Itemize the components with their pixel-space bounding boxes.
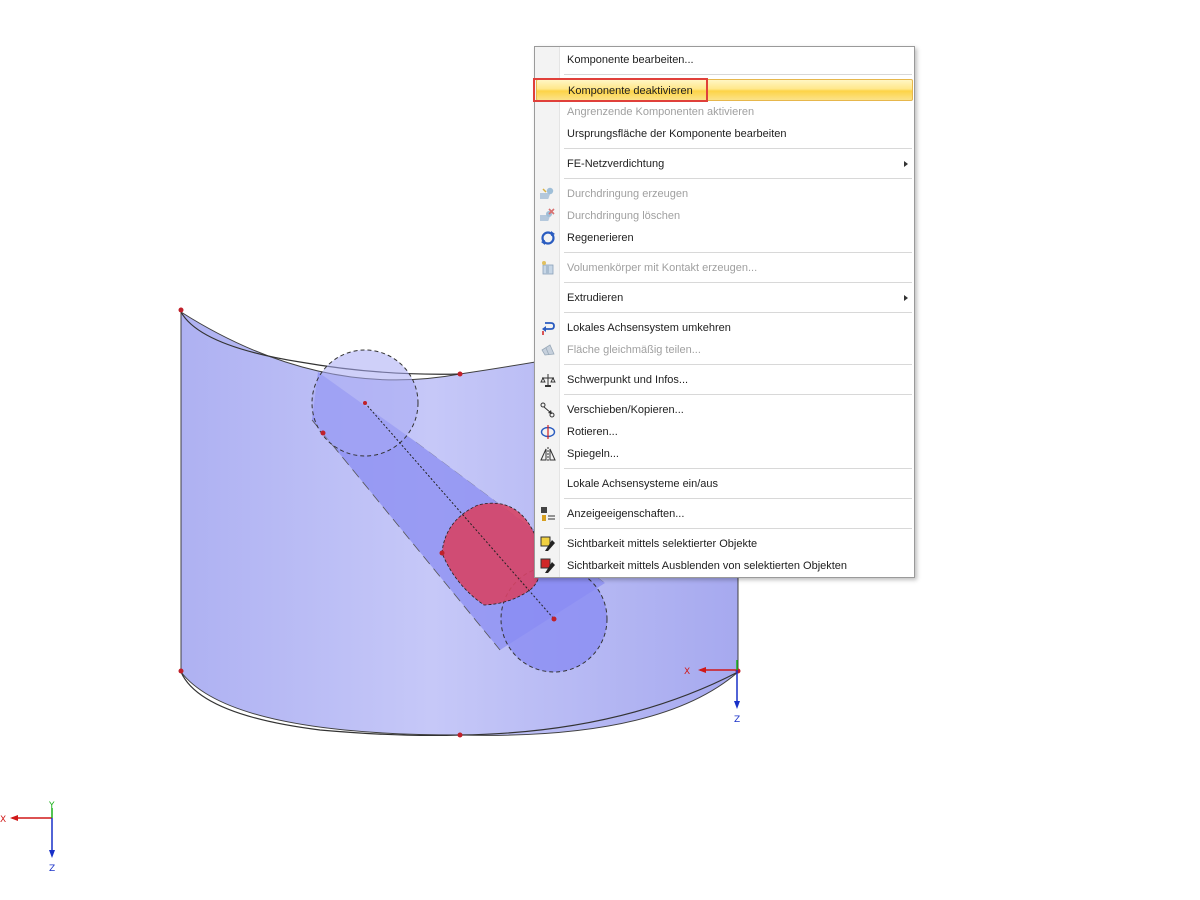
menu-separator <box>564 364 912 365</box>
node[interactable] <box>363 401 367 405</box>
menu-separator <box>564 394 912 395</box>
menu-item-create-intersection[interactable]: Durchdringung erzeugen <box>536 183 913 205</box>
submenu-arrow-icon <box>904 295 908 301</box>
menu-item-reverse-local-axis-system[interactable]: Lokales Achsensystem umkehren <box>536 317 913 339</box>
menu-separator <box>564 498 912 499</box>
global-z-axis-label: Z <box>49 864 55 874</box>
menu-separator <box>564 74 912 75</box>
menu-item-display-properties[interactable]: Anzeigeeigenschaften... <box>536 503 913 525</box>
menu-item-label: Durchdringung erzeugen <box>567 188 689 200</box>
menu-item-edit-component[interactable]: Komponente bearbeiten... <box>536 49 913 71</box>
menu-item-edit-origin-surface[interactable]: Ursprungsfläche der Komponente bearbeite… <box>536 123 913 145</box>
node[interactable] <box>178 668 184 674</box>
global-y-axis-label: Y <box>48 801 55 811</box>
menu-item-label: Spiegeln... <box>567 448 619 460</box>
menu-separator <box>564 312 912 313</box>
local-z-axis-label: Z <box>734 715 740 725</box>
menu-item-activate-adjacent-components[interactable]: Angrenzende Komponenten aktivieren <box>536 101 913 123</box>
menu-item-label: Rotieren... <box>567 426 618 438</box>
menu-item-label: Schwerpunkt und Infos... <box>567 374 689 386</box>
move-copy-icon <box>540 402 555 418</box>
local-x-axis-label: X <box>684 667 690 677</box>
menu-item-label: Lokales Achsensystem umkehren <box>567 322 731 334</box>
intersection-delete-icon <box>540 208 555 221</box>
menu-item-label: Anzeigeeigenschaften... <box>567 508 685 520</box>
3d-viewport[interactable]: X Z X Y Z Komponente bearbeiten... Kompo… <box>0 0 1200 900</box>
regenerate-icon <box>541 231 555 245</box>
menu-item-create-solid-with-contact[interactable]: Volumenkörper mit Kontakt erzeugen... <box>536 257 913 279</box>
menu-item-label: Extrudieren <box>567 292 624 304</box>
menu-item-mirror[interactable]: Spiegeln... <box>536 443 913 465</box>
menu-item-extrude[interactable]: Extrudieren <box>536 287 913 309</box>
menu-item-rotate[interactable]: Rotieren... <box>536 421 913 443</box>
visibility-hide-selected-icon <box>540 558 555 573</box>
menu-item-label: Verschieben/Kopieren... <box>567 404 684 416</box>
menu-separator <box>564 528 912 529</box>
menu-separator <box>564 468 912 469</box>
menu-item-label: Volumenkörper mit Kontakt erzeugen... <box>567 262 758 274</box>
divide-surface-icon <box>541 344 555 356</box>
menu-item-label: Fläche gleichmäßig teilen... <box>567 344 701 356</box>
submenu-arrow-icon <box>904 161 908 167</box>
menu-separator <box>564 252 912 253</box>
menu-item-visibility-hide-selected-objects[interactable]: Sichtbarkeit mittels Ausblenden von sele… <box>536 555 913 577</box>
menu-item-label: Ursprungsfläche der Komponente bearbeite… <box>567 128 787 140</box>
menu-item-label: Sichtbarkeit mittels selektierter Objekt… <box>567 538 758 550</box>
solid-contact-icon <box>542 261 554 275</box>
menu-item-delete-intersection[interactable]: Durchdringung löschen <box>536 205 913 227</box>
menu-separator <box>564 282 912 283</box>
reverse-axes-icon <box>542 322 555 335</box>
display-properties-icon <box>541 507 555 521</box>
menu-item-label: FE-Netzverdichtung <box>567 158 665 170</box>
menu-item-label: Komponente deaktivieren <box>568 85 693 97</box>
menu-item-label: Regenerieren <box>567 232 634 244</box>
menu-item-label: Komponente bearbeiten... <box>567 54 694 66</box>
menu-item-divide-surface-evenly[interactable]: Fläche gleichmäßig teilen... <box>536 339 913 361</box>
mirror-icon <box>540 447 556 461</box>
menu-item-label: Lokale Achsensysteme ein/aus <box>567 478 719 490</box>
menu-item-move-copy[interactable]: Verschieben/Kopieren... <box>536 399 913 421</box>
node[interactable] <box>551 616 557 622</box>
node[interactable] <box>320 430 326 436</box>
center-of-gravity-icon <box>540 374 556 387</box>
menu-item-regenerate[interactable]: Regenerieren <box>536 227 913 249</box>
menu-item-fe-mesh-refinement[interactable]: FE-Netzverdichtung <box>536 153 913 175</box>
menu-item-center-of-gravity-info[interactable]: Schwerpunkt und Infos... <box>536 369 913 391</box>
node[interactable] <box>178 307 184 313</box>
intersection-create-icon <box>540 187 554 199</box>
menu-separator <box>564 148 912 149</box>
global-axis-system: X Y Z <box>0 801 55 874</box>
visibility-selected-icon <box>540 536 555 551</box>
menu-separator <box>564 178 912 179</box>
menu-item-visibility-selected-objects[interactable]: Sichtbarkeit mittels selektierter Objekt… <box>536 533 913 555</box>
node[interactable] <box>439 550 445 556</box>
context-menu[interactable]: Komponente bearbeiten... Komponente deak… <box>534 46 915 578</box>
menu-item-label: Angrenzende Komponenten aktivieren <box>567 106 755 118</box>
rotate-icon <box>540 425 556 439</box>
node[interactable] <box>457 732 463 738</box>
menu-item-label: Durchdringung löschen <box>567 210 681 222</box>
menu-item-local-axis-systems-toggle[interactable]: Lokale Achsensysteme ein/aus <box>536 473 913 495</box>
global-x-axis-label: X <box>0 815 6 825</box>
menu-item-label: Sichtbarkeit mittels Ausblenden von sele… <box>567 560 848 572</box>
node[interactable] <box>457 371 463 377</box>
menu-item-deactivate-component[interactable]: Komponente deaktivieren <box>536 79 913 101</box>
